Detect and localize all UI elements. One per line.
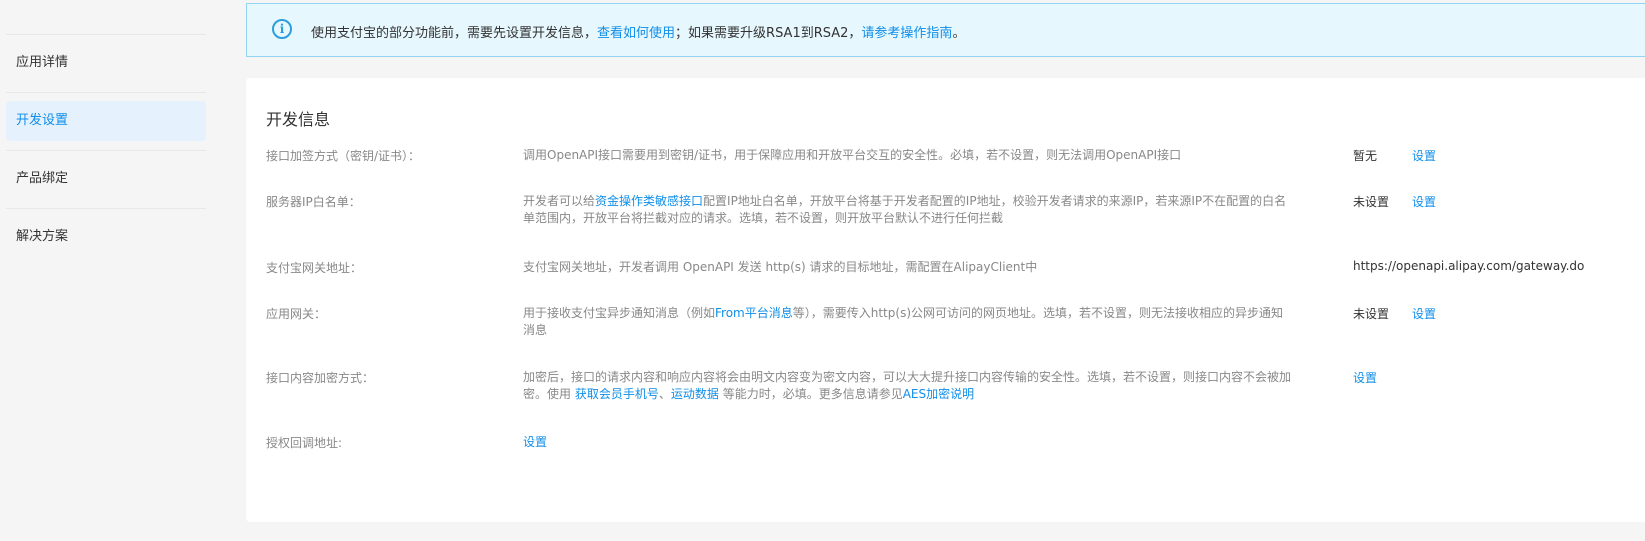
sign-method-value: 暂无 — [1353, 149, 1378, 163]
desc-text: 等能力时，必填。更多信息请参见 — [718, 387, 903, 401]
ip-whitelist-value: 未设置 — [1353, 195, 1390, 209]
sidebar-divider — [6, 150, 206, 151]
operation-guide-link[interactable]: 请参考操作指南 — [861, 26, 952, 41]
app-gateway-desc: 用于接收支付宝异步通知消息（例如From平台消息等），需要传入http(s)公网… — [523, 305, 1293, 339]
aes-doc-link[interactable]: AES加密说明 — [903, 387, 974, 401]
ip-whitelist-set-link[interactable]: 设置 — [1412, 193, 1436, 210]
alipay-gateway-value: https://openapi.alipay.com/gateway.do — [1353, 259, 1585, 273]
sidebar-item-app-details[interactable]: 应用详情 — [6, 43, 206, 83]
info-notice-banner: i 使用支付宝的部分功能前，需要先设置开发信息，查看如何使用；如果需要升级RSA… — [246, 3, 1645, 57]
desc-text: 开发者可以给 — [523, 194, 596, 208]
how-to-use-link[interactable]: 查看如何使用 — [597, 26, 675, 41]
from-platform-message-link[interactable]: From平台消息 — [715, 306, 793, 320]
desc-text: 、 — [658, 387, 671, 401]
notice-text-part: 使用支付宝的部分功能前，需要先设置开发信息， — [311, 26, 598, 41]
member-phone-link[interactable]: 获取会员手机号 — [575, 387, 659, 401]
ip-whitelist-label: 服务器IP白名单： — [266, 195, 361, 209]
auth-callback-set-link[interactable]: 设置 — [523, 434, 547, 451]
sports-data-link[interactable]: 运动数据 — [671, 387, 719, 401]
sensitive-api-link[interactable]: 资金操作类敏感接口 — [595, 194, 703, 208]
app-gateway-set-link[interactable]: 设置 — [1412, 305, 1436, 322]
sign-method-label: 接口加签方式（密钥/证书）： — [266, 149, 421, 163]
app-gateway-value: 未设置 — [1353, 307, 1390, 321]
notice-text-part: 。 — [952, 26, 966, 41]
app-gateway-label: 应用网关： — [266, 307, 327, 321]
dev-info-card: 开发信息 接口加签方式（密钥/证书）： 调用OpenAPI接口需要用到密钥/证书… — [246, 78, 1645, 522]
sign-method-desc: 调用OpenAPI接口需要用到密钥/证书，用于保障应用和开放平台交互的安全性。必… — [523, 148, 1182, 162]
sidebar-divider — [6, 92, 206, 93]
sign-method-set-link[interactable]: 设置 — [1412, 147, 1436, 164]
sidebar-divider — [6, 208, 206, 209]
notice-text-part: ；如果需要升级RSA1到RSA2， — [675, 26, 862, 41]
desc-text: 用于接收支付宝异步通知消息（例如 — [523, 306, 716, 320]
info-icon: i — [272, 19, 292, 39]
alipay-gateway-desc: 支付宝网关地址，开发者调用 OpenAPI 发送 http(s) 请求的目标地址… — [523, 260, 1038, 274]
ip-whitelist-desc: 开发者可以给资金操作类敏感接口配置IP地址白名单，开放平台将基于开发者配置的IP… — [523, 193, 1293, 227]
sidebar-divider — [6, 34, 206, 35]
content-encryption-label: 接口内容加密方式： — [266, 371, 375, 385]
card-title: 开发信息 — [266, 110, 331, 129]
content-encryption-set-link[interactable]: 设置 — [1353, 369, 1377, 386]
auth-callback-label: 授权回调地址: — [266, 436, 343, 450]
sidebar-item-product-binding[interactable]: 产品绑定 — [6, 159, 206, 199]
content-encryption-desc: 加密后，接口的请求内容和响应内容将会由明文内容变为密文内容，可以大大提升接口内容… — [523, 369, 1293, 403]
sidebar-item-solutions[interactable]: 解决方案 — [6, 217, 206, 257]
sidebar-item-dev-settings[interactable]: 开发设置 — [6, 101, 206, 141]
sidebar: 应用详情 开发设置 产品绑定 解决方案 — [0, 0, 210, 541]
notice-text: 使用支付宝的部分功能前，需要先设置开发信息，查看如何使用；如果需要升级RSA1到… — [311, 22, 965, 41]
alipay-gateway-label: 支付宝网关地址： — [266, 261, 363, 275]
